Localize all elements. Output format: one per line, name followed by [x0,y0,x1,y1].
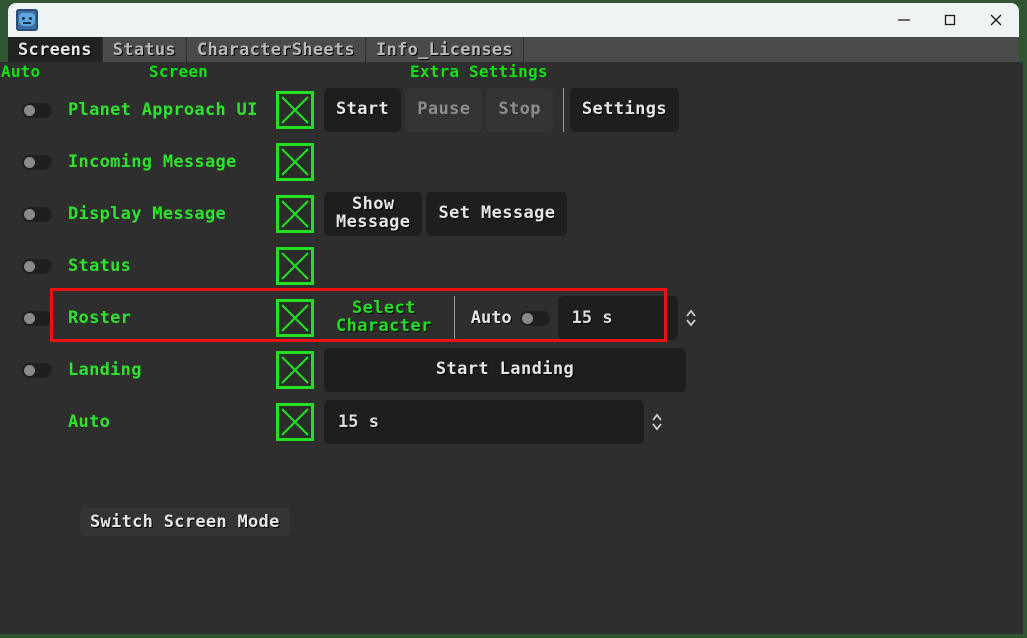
row-label-incoming-message: Incoming Message [68,152,237,172]
row-label-display-message: Display Message [68,204,227,224]
row-label-landing: Landing [68,360,142,380]
maximize-icon[interactable] [927,3,973,37]
screen-rows: Planet Approach UI Start Pause Stop Sett… [4,84,1023,448]
tab-charactersheets-label: CharacterSheets [196,39,355,60]
tab-info-licenses[interactable]: Info_Licenses [366,37,524,62]
row-controls-auto: 15 s [324,400,670,444]
row-controls-landing: Start Landing [324,348,690,392]
row-controls-planet-approach-ui: Start Pause Stop Settings [324,88,683,132]
row-label-auto: Auto [68,412,111,432]
checkbox-landing[interactable] [276,351,314,389]
checkbox-roster[interactable] [276,299,314,337]
auto-toggle-incoming-message[interactable] [22,154,52,170]
start-landing-button[interactable]: Start Landing [324,348,686,392]
checkbox-display-message[interactable] [276,195,314,233]
checkbox-auto[interactable] [276,403,314,441]
checkbox-status[interactable] [276,247,314,285]
stop-button[interactable]: Stop [486,88,553,132]
table-row: Display Message Show Message Set Message [4,188,1023,240]
column-header-auto: Auto [1,62,41,81]
roster-interval-field[interactable]: 15 s [557,296,678,340]
app-robot-icon [16,9,38,31]
column-header-row: Auto Screen Extra Settings [1,62,1023,84]
tab-screens[interactable]: Screens [8,37,103,62]
roster-auto-toggle[interactable] [519,310,550,326]
app-window: Screens Status CharacterSheets Info_Lice… [0,0,1027,638]
table-row: Roster Select Character Auto 15 s [4,292,1023,344]
auto-interval-field[interactable]: 15 s [324,400,644,444]
switch-screen-mode-button[interactable]: Switch Screen Mode [80,508,290,536]
roster-auto-label: Auto [470,308,512,328]
auto-toggle-planet-approach-ui[interactable] [22,102,52,118]
tab-status[interactable]: Status [103,37,187,62]
control-divider [453,296,455,340]
show-message-button[interactable]: Show Message [324,192,423,236]
set-message-button[interactable]: Set Message [426,192,568,236]
row-label-status: Status [68,256,132,276]
tab-bar-filler [524,37,1019,62]
auto-row-toggle-placeholder [22,415,52,430]
auto-interval-value: 15 s [338,412,379,432]
table-row: Planet Approach UI Start Pause Stop Sett… [4,84,1023,136]
auto-toggle-landing[interactable] [22,362,52,378]
tab-bar: Screens Status CharacterSheets Info_Lice… [8,37,1019,63]
auto-toggle-roster[interactable] [22,310,52,326]
checkbox-planet-approach-ui[interactable] [276,91,314,129]
title-bar [8,3,1019,37]
table-row: Auto 15 s [4,396,1023,448]
row-label-planet-approach-ui: Planet Approach UI [68,100,258,120]
roster-interval-stepper[interactable] [678,296,704,340]
tab-info-licenses-label: Info_Licenses [376,39,513,60]
auto-toggle-status[interactable] [22,258,52,274]
minimize-icon[interactable] [881,3,927,37]
roster-interval-value: 15 s [571,308,613,328]
start-button[interactable]: Start [324,88,402,132]
close-icon[interactable] [973,3,1019,37]
column-header-screen: Screen [149,62,208,81]
screens-panel: Auto Screen Extra Settings Planet Approa… [1,62,1023,634]
table-row: Incoming Message [4,136,1023,188]
control-divider [562,88,564,132]
column-header-extra: Extra Settings [410,62,548,81]
row-controls-roster: Select Character Auto 15 s [324,296,704,340]
tab-charactersheets[interactable]: CharacterSheets [187,37,366,62]
tab-status-label: Status [112,39,176,60]
row-label-roster: Roster [68,308,132,328]
tab-screens-label: Screens [18,39,92,60]
auto-interval-stepper[interactable] [644,400,670,444]
settings-button[interactable]: Settings [569,88,680,132]
row-controls-display-message: Show Message Set Message [324,192,571,236]
checkbox-incoming-message[interactable] [276,143,314,181]
select-character-button[interactable]: Select Character [324,296,444,340]
pause-button[interactable]: Pause [405,88,483,132]
table-row: Landing Start Landing [4,344,1023,396]
table-row: Status [4,240,1023,292]
auto-toggle-display-message[interactable] [22,206,52,222]
roster-auto-group: Auto [461,296,558,340]
